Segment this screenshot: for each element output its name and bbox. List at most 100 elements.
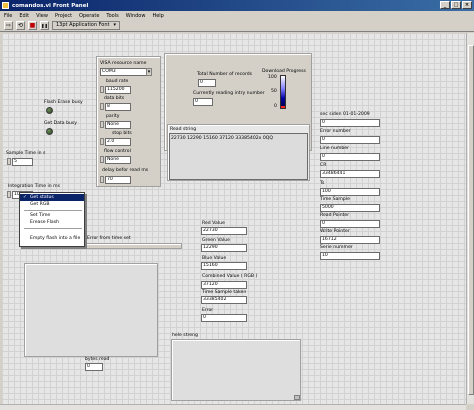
error-number-label: Error number xyxy=(320,129,351,134)
ts-label: Ts xyxy=(320,181,325,186)
delay-label: delay befor read ms xyxy=(102,168,149,173)
delay-input[interactable]: 70 xyxy=(105,176,131,184)
sample-time-stepper[interactable] xyxy=(7,158,11,165)
font-select-value: 13pt Application Font xyxy=(56,22,110,28)
run-continuously-button[interactable]: ⟲ xyxy=(16,21,25,30)
menu-item-erease-flash[interactable]: Erease Flash xyxy=(20,219,84,226)
menu-file[interactable]: File xyxy=(4,13,12,19)
current-entry-label: Currently reading intry number xyxy=(193,91,265,96)
menu-view[interactable]: View xyxy=(36,13,48,19)
progress-scale-0: 0 xyxy=(274,104,277,109)
toolbar: ⇨ ⟲ ■ ❚❚ 13pt Application Font ▾ xyxy=(0,20,474,32)
menu-item-set-time[interactable]: Set Time xyxy=(20,212,84,219)
chevron-down-icon: ▾ xyxy=(113,22,117,28)
vertical-scrollbar[interactable] xyxy=(466,33,474,404)
parity-stepper[interactable] xyxy=(100,121,104,128)
current-entry-value: 0 xyxy=(193,98,213,106)
red-value-label: Red Value xyxy=(202,221,225,226)
menu-item-label: Erease Flash xyxy=(30,220,60,225)
blue-value-label: Blue Value xyxy=(202,256,227,261)
menu-item-label: Set Time xyxy=(30,213,51,218)
data-bits-label: data bits xyxy=(104,96,125,101)
baud-rate-stepper[interactable] xyxy=(100,86,104,93)
line-number-label: Line number xyxy=(320,146,349,151)
stop-bits-stepper[interactable] xyxy=(100,138,104,145)
green-value: 12290 xyxy=(201,244,247,252)
integration-time-stepper[interactable] xyxy=(7,191,11,198)
crc-label: CR xyxy=(320,163,327,168)
sec-since-label: sec siden 01-01-2009 xyxy=(320,112,370,117)
sample-time-input[interactable]: 5 xyxy=(12,158,33,166)
error-time-set-label: Error from time set xyxy=(87,236,131,241)
line-number-value: 0 xyxy=(320,153,380,161)
serie-number-value: 10 xyxy=(320,252,380,260)
minimize-button[interactable]: _ xyxy=(440,1,450,9)
progress-scale-100: 100 xyxy=(268,75,277,80)
comando-dropdown-menu: ✓ Get status Get RGB Set Time Erease Fla… xyxy=(19,192,85,247)
pause-button[interactable]: ❚❚ xyxy=(40,21,49,30)
time-sample-value: 5000 xyxy=(320,204,380,212)
download-progress-bar xyxy=(280,75,286,109)
combined-value-label: Combined Value ( RGB ) xyxy=(202,274,258,279)
combined-value: 37120 xyxy=(201,281,247,289)
download-progress-fill xyxy=(281,106,285,108)
baud-rate-label: baud rate xyxy=(106,79,129,84)
parity-label: parity xyxy=(106,114,120,119)
error-value: 0 xyxy=(201,314,247,322)
menu-item-label: Empty flash into a file xyxy=(30,236,81,241)
sample-time-label: Sample Time in s xyxy=(6,151,46,156)
stop-bits-input[interactable]: 2.0 xyxy=(105,138,131,146)
horizontal-scrollbar[interactable] xyxy=(0,404,466,410)
ts-value: 100 xyxy=(320,188,380,196)
error-label: Error xyxy=(202,308,214,313)
menu-window[interactable]: Window xyxy=(126,13,146,19)
maximize-button[interactable]: □ xyxy=(451,1,461,9)
flow-control-input[interactable]: None xyxy=(105,156,131,164)
progress-scale-50: 50 xyxy=(271,89,277,94)
delay-stepper[interactable] xyxy=(100,176,104,183)
menu-tools[interactable]: Tools xyxy=(106,13,118,19)
red-value: 22730 xyxy=(201,227,247,235)
visa-resource-label: VISA resource name xyxy=(100,61,147,66)
parity-input[interactable]: None xyxy=(105,121,131,129)
total-records-value: 0 xyxy=(198,79,216,87)
error-number-value: 0 xyxy=(320,136,380,144)
crc-value: 33486441 xyxy=(320,170,380,178)
menu-item-get-rgb[interactable]: Get RGB xyxy=(20,201,84,208)
green-value-label: Green Value xyxy=(202,238,230,243)
close-button[interactable]: × xyxy=(462,1,472,9)
bytes-read-label: bytes read xyxy=(85,357,110,362)
get-data-busy-led xyxy=(46,128,53,135)
window-title: comandos.vi Front Panel xyxy=(12,2,89,9)
menu-item-label: Get RGB xyxy=(30,202,50,207)
data-bits-input[interactable]: 8 xyxy=(105,103,131,111)
chevron-down-icon[interactable]: ▾ xyxy=(146,68,152,76)
menu-separator xyxy=(24,228,82,229)
bytes-read-value: 0 xyxy=(85,363,103,371)
run-button[interactable]: ⇨ xyxy=(4,21,13,30)
visa-resource-select[interactable]: COM3 xyxy=(100,68,152,76)
abort-button[interactable]: ■ xyxy=(28,21,37,30)
stop-bits-label: stop bits xyxy=(112,131,132,136)
vertical-scroll-thumb[interactable] xyxy=(468,45,474,395)
menu-item-empty-flash[interactable]: Empty flash into a file xyxy=(20,235,84,242)
blue-value: 15160 xyxy=(201,262,247,270)
baud-rate-input[interactable]: 115200 xyxy=(105,86,131,94)
menu-item-get-status[interactable]: ✓ Get status xyxy=(20,194,84,201)
flow-control-stepper[interactable] xyxy=(100,156,104,163)
font-select[interactable]: 13pt Application Font ▾ xyxy=(52,21,121,30)
time-taken-value: 33385402 xyxy=(201,296,247,304)
menu-project[interactable]: Project xyxy=(55,13,72,19)
flow-control-label: flow control xyxy=(104,149,131,154)
menu-edit[interactable]: Edit xyxy=(19,13,29,19)
time-sample-label: Time Sample xyxy=(320,197,350,202)
total-records-label: Total Number of records xyxy=(197,72,253,77)
graph-area xyxy=(24,263,158,357)
menu-help[interactable]: Help xyxy=(152,13,163,19)
read-string-label: Read string xyxy=(170,127,197,132)
read-string-display: 22730 12290 15160 37120 33385402x 0QQ xyxy=(169,133,308,180)
sec-since-value: 0 xyxy=(320,119,380,127)
flash-erase-busy-label: Flash Erase busy xyxy=(44,100,83,105)
menu-operate[interactable]: Operate xyxy=(79,13,99,19)
data-bits-stepper[interactable] xyxy=(100,103,104,110)
